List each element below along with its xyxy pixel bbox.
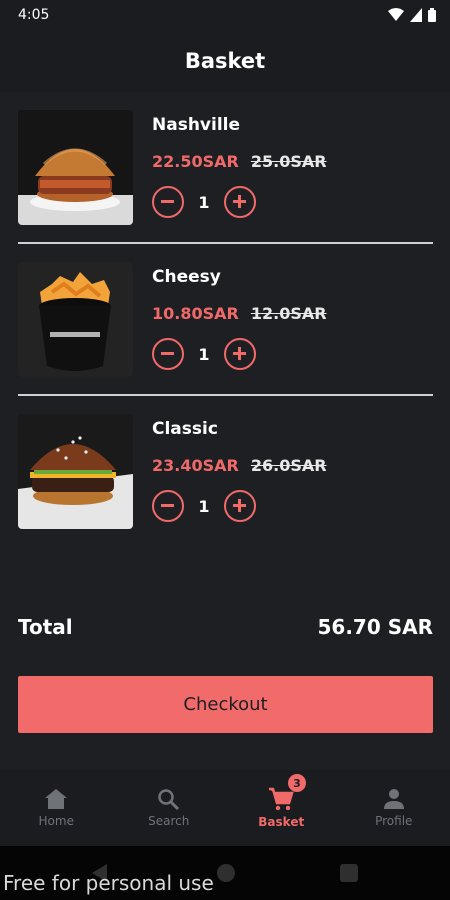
decrease-button[interactable]	[152, 186, 184, 218]
quantity-stepper: 1	[152, 338, 256, 370]
watermark-text: Free for personal use	[3, 871, 214, 895]
signal-icon	[410, 8, 422, 22]
current-price: 23.40SAR	[152, 456, 239, 475]
home-icon	[45, 789, 68, 809]
old-price: 26.0SAR	[250, 456, 327, 475]
nav-label: Home	[38, 814, 74, 828]
minus-icon	[161, 352, 174, 355]
product-name: Nashville	[152, 115, 241, 135]
nav-label: Basket	[258, 815, 305, 829]
quantity-value: 1	[198, 344, 210, 364]
product-name: Cheesy	[152, 267, 221, 287]
basket-list: Nashville 22.50SAR 25.0SAR 1 Cheesy 10.8…	[18, 92, 433, 548]
product-image	[18, 110, 133, 225]
wifi-icon	[388, 8, 404, 21]
decrease-button[interactable]	[152, 338, 184, 370]
nav-label: Profile	[375, 814, 413, 828]
battery-icon	[428, 8, 436, 22]
status-icons	[388, 8, 436, 22]
increase-button[interactable]	[224, 490, 256, 522]
product-image	[18, 262, 133, 377]
basket-item: Classic 23.40SAR 26.0SAR 1	[18, 396, 433, 548]
total-row: Total 56.70 SAR	[18, 615, 433, 639]
quantity-stepper: 1	[152, 490, 256, 522]
old-price: 25.0SAR	[250, 152, 327, 171]
recents-icon[interactable]	[340, 864, 358, 882]
product-image	[18, 414, 133, 529]
basket-badge: 3	[288, 774, 306, 792]
price-row: 22.50SAR 25.0SAR	[152, 152, 327, 171]
nav-search[interactable]: Search	[113, 770, 226, 846]
status-bar: 4:05	[0, 0, 450, 30]
page-title: Basket	[184, 49, 266, 73]
search-icon	[158, 789, 179, 810]
cart-icon	[269, 787, 294, 811]
basket-item: Cheesy 10.80SAR 12.0SAR 1	[18, 244, 433, 396]
nav-profile[interactable]: Profile	[338, 770, 450, 846]
old-price: 12.0SAR	[250, 304, 327, 323]
status-time: 4:05	[18, 7, 50, 23]
minus-icon	[161, 200, 174, 203]
minus-icon	[161, 504, 174, 507]
total-label: Total	[18, 615, 73, 639]
current-price: 22.50SAR	[152, 152, 239, 171]
checkout-button[interactable]: Checkout	[18, 676, 433, 733]
price-row: 23.40SAR 26.0SAR	[152, 456, 327, 475]
nav-label: Search	[148, 814, 190, 828]
total-value: 56.70 SAR	[317, 615, 433, 639]
increase-button[interactable]	[224, 186, 256, 218]
quantity-value: 1	[198, 192, 210, 212]
nav-basket[interactable]: 3 Basket	[225, 770, 338, 846]
nav-home[interactable]: Home	[0, 770, 113, 846]
current-price: 10.80SAR	[152, 304, 239, 323]
page-header: Basket	[0, 30, 450, 92]
bottom-nav: Home Search 3 Basket Profile	[0, 770, 450, 846]
checkout-label: Checkout	[183, 694, 268, 715]
quantity-stepper: 1	[152, 186, 256, 218]
product-name: Classic	[152, 419, 218, 439]
home-circle-icon[interactable]	[217, 864, 235, 882]
decrease-button[interactable]	[152, 490, 184, 522]
basket-item: Nashville 22.50SAR 25.0SAR 1	[18, 92, 433, 244]
price-row: 10.80SAR 12.0SAR	[152, 304, 327, 323]
person-icon	[383, 789, 404, 809]
increase-button[interactable]	[224, 338, 256, 370]
quantity-value: 1	[198, 496, 210, 516]
